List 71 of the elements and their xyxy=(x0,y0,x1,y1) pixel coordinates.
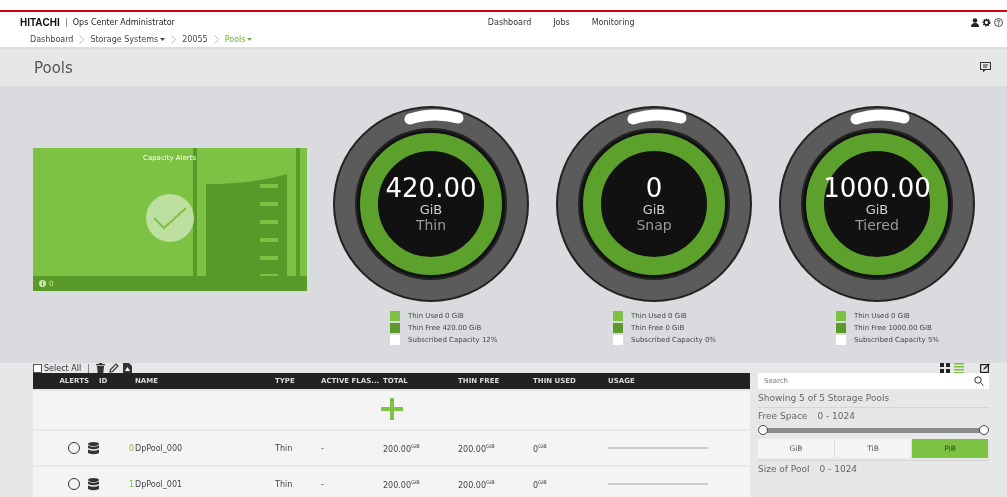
info-icon xyxy=(39,280,46,287)
nav-link[interactable]: Dashboard xyxy=(487,17,532,27)
search-icon[interactable] xyxy=(974,376,984,386)
grid-view-icon[interactable] xyxy=(940,363,950,373)
caret-icon xyxy=(247,38,253,41)
filter-range: 0 - 1024 xyxy=(819,464,858,474)
help-icon[interactable] xyxy=(994,17,1003,27)
table-cell-text: 1 xyxy=(128,479,135,489)
pencil-icon[interactable] xyxy=(109,363,120,373)
filter-range: 0 - 1024 xyxy=(817,411,855,421)
legend-swatch xyxy=(613,322,623,333)
table-cell-text: 200.00$^{GiB}$ xyxy=(383,478,421,490)
nav-link[interactable]: Jobs xyxy=(553,17,570,27)
breadcrumb-link[interactable]: Dashboard xyxy=(30,35,74,44)
legend-swatch xyxy=(390,334,400,345)
nav-link[interactable]: Monitoring xyxy=(591,17,635,27)
edit-icon[interactable] xyxy=(980,363,990,373)
legend-swatch xyxy=(836,322,846,333)
legend-swatch xyxy=(613,334,623,345)
table-row[interactable]: 1DpPool_001 Thin - 200.00$^{GiB}$ 200.00$^{GiB}$ 0$^{GiB}$ xyxy=(33,467,750,497)
slider-thumb[interactable] xyxy=(758,425,768,435)
gauge-value: 0 xyxy=(645,174,663,202)
product-name: Ops Center Administrator xyxy=(65,17,373,27)
select-all-checkbox[interactable]: Select All xyxy=(33,363,82,373)
database-icon xyxy=(88,477,99,491)
results-summary: Showing 5 of 5 Storage Pools xyxy=(758,389,989,408)
caret-icon xyxy=(160,38,166,41)
gauge-unit: GiB xyxy=(865,202,889,217)
database-icon xyxy=(88,441,99,455)
table-cell-text: - xyxy=(321,443,325,453)
table-cell-text: - xyxy=(321,479,325,489)
filter-label: Size of Pool xyxy=(758,464,810,474)
gauge-unit: GiB xyxy=(419,202,443,217)
user-icon[interactable] xyxy=(971,17,979,27)
filter-label: Free Space xyxy=(758,411,808,421)
legend-swatch xyxy=(390,322,400,333)
check-circle-icon xyxy=(146,194,194,242)
chevron-icon xyxy=(171,35,177,44)
gauge-value: 420.00 xyxy=(385,174,477,202)
gauge-unit: GiB xyxy=(642,202,666,217)
chat-icon[interactable] xyxy=(980,62,991,73)
settings-icon[interactable] xyxy=(982,17,991,27)
table-cell-text: 0$^{GiB}$ xyxy=(533,442,548,454)
breadcrumb-link[interactable]: Storage Systems xyxy=(90,35,166,44)
chevron-icon xyxy=(79,35,85,44)
table-cell-text: 200.00$^{GiB}$ xyxy=(383,442,421,454)
breadcrumb-link[interactable]: 20055 xyxy=(182,35,208,44)
table-cell-text: 200.00$^{GiB}$ xyxy=(458,478,496,490)
legend-swatch xyxy=(836,310,846,321)
document-icon[interactable] xyxy=(123,363,133,373)
table-cell-text: DpPool_000 xyxy=(135,443,184,453)
table-cell-text: 0$^{GiB}$ xyxy=(533,478,548,490)
gauge-value: 1000.00 xyxy=(823,174,931,202)
brand-logo: HITACHI xyxy=(20,16,60,28)
gauge-label: Thin xyxy=(415,217,447,233)
chevron-icon xyxy=(213,35,219,44)
table-cell-text: 200.00$^{GiB}$ xyxy=(458,442,496,454)
slider-thumb[interactable] xyxy=(979,425,989,435)
table-cell-text: DpPool_001 xyxy=(135,479,184,489)
table-cell-text: 0 xyxy=(128,443,135,453)
range-slider[interactable] xyxy=(758,425,989,435)
legend-swatch xyxy=(613,310,623,321)
trash-icon[interactable] xyxy=(96,363,106,373)
gauge-label: Snap xyxy=(636,217,672,233)
table-cell-text: Thin xyxy=(275,479,294,489)
table-cell-text: Thin xyxy=(275,443,294,453)
page-title: Pools xyxy=(34,58,73,77)
table-row[interactable]: 0DpPool_000 Thin - 200.00$^{GiB}$ 200.00$^{GiB}$ 0$^{GiB}$ xyxy=(33,431,750,465)
legend-swatch xyxy=(390,310,400,321)
legend-swatch xyxy=(836,334,846,345)
gauge-label: Tiered xyxy=(855,217,899,233)
